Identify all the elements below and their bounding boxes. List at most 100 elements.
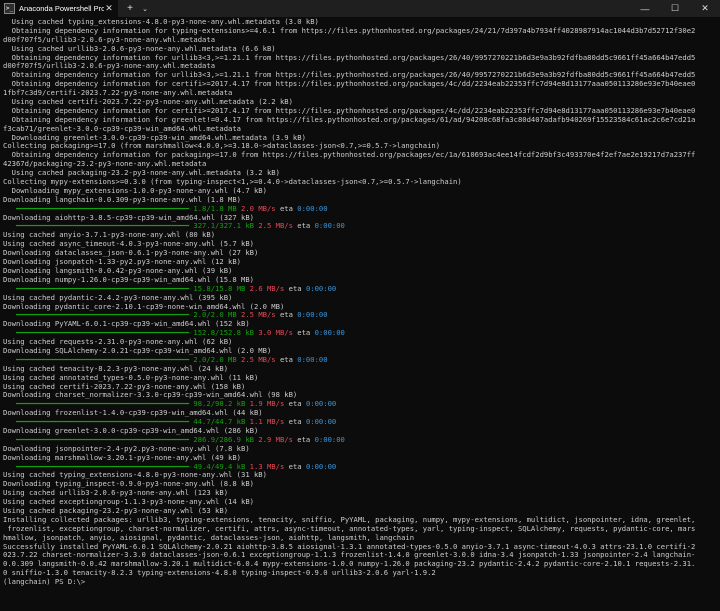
terminal-text: Using cached anyio-3.7.1-py3-none-any.wh… (3, 231, 216, 240)
terminal-line: Using cached annotated_types-0.5.0-py3-n… (3, 374, 717, 383)
progress-bar: ━━━━━━━━━━━━━━━━━━━━━━━━━━━━━━━━━━━━━━━━ (3, 284, 194, 293)
terminal-line: frozenlist, exceptiongroup, charset-norm… (3, 525, 717, 534)
terminal-text: Obtaining dependency information for typ… (3, 26, 696, 35)
terminal-text: Using cached typing_extensions-4.8.0-py3… (3, 18, 319, 26)
terminal-text: 1fbf7c3d9/certifi-2023.7.22-py3-none-any… (3, 89, 233, 98)
terminal-text: eta (284, 462, 306, 471)
terminal-line: Using cached anyio-3.7.1-py3-none-any.wh… (3, 231, 717, 240)
terminal-line: (langchain) PS D:\> (3, 578, 717, 587)
terminal-text: 1.1 MB/s (249, 418, 285, 427)
chevron-down-icon[interactable]: ⌄ (138, 0, 152, 17)
terminal-line: Using cached typing_extensions-4.8.0-py3… (3, 18, 717, 27)
terminal-line: d00f707f5/urllib3-2.0.6-py3-none-any.whl… (3, 62, 717, 71)
terminal-line: Using cached urllib3-2.0.6-py3-none-any.… (3, 489, 717, 498)
terminal-text: 15.8/15.8 MB (193, 284, 246, 293)
terminal-tab[interactable]: >_ Anaconda Powershell Prompt ✕ (0, 0, 118, 17)
terminal-text: 1.8/1.8 MB (193, 204, 237, 213)
progress-bar: ━━━━━━━━━━━━━━━━━━━━━━━━━━━━━━━━━━━━━━━━ (3, 204, 194, 213)
terminal-text: 0:00:00 (305, 284, 337, 293)
terminal-line: Using cached exceptiongroup-1.1.3-py3-no… (3, 498, 717, 507)
tab-title: Anaconda Powershell Prompt (19, 4, 104, 13)
terminal-text: Obtaining dependency information for url… (3, 53, 696, 62)
title-bar: >_ Anaconda Powershell Prompt ✕ + ⌄ — ☐ … (0, 0, 720, 17)
terminal-line: Obtaining dependency information for cer… (3, 107, 717, 116)
terminal-text: 2.6 MB/s (249, 284, 285, 293)
terminal-text: Installing collected packages: urllib3, … (3, 515, 696, 524)
terminal-line: Downloading langchain-0.0.309-py3-none-a… (3, 196, 717, 205)
terminal-text: f3cab71/greenlet-3.0.0-cp39-cp39-win_amd… (3, 124, 241, 133)
window-controls: — ☐ ✕ (630, 0, 720, 17)
new-tab-button[interactable]: + (122, 0, 138, 17)
terminal-text: 286.9/286.9 kB (193, 435, 254, 444)
progress-bar: ━━━━━━━━━━━━━━━━━━━━━━━━━━━━━━━━━━━━━━━━ (3, 329, 194, 338)
terminal-line: Downloading langsmith-0.0.42-py3-none-an… (3, 267, 717, 276)
terminal-output[interactable]: Using cached typing_extensions-4.8.0-py3… (0, 17, 717, 587)
progress-bar: ━━━━━━━━━━━━━━━━━━━━━━━━━━━━━━━━━━━━━━━━ (3, 435, 194, 444)
terminal-line: Downloading numpy-1.26.0-cp39-cp39-win_a… (3, 276, 717, 285)
terminal-line: Using cached pydantic-2.4.2-py3-none-any… (3, 294, 717, 303)
terminal-line: Collecting mypy-extensions>=0.3.0 (from … (3, 178, 717, 187)
terminal-text: 98.2/98.2 kB (193, 400, 246, 409)
terminal-text: 0:00:00 (297, 204, 328, 213)
terminal-text: Using cached certifi-2023.7.22-py3-none-… (3, 382, 246, 391)
terminal-line: 023.7.22 charset-normalizer-3.3.0 datacl… (3, 551, 717, 560)
terminal-line: Using cached certifi-2023.7.22-py3-none-… (3, 98, 717, 107)
terminal-text: Using cached packaging-23.2-py3-none-any… (3, 169, 280, 178)
terminal-line: Downloading jsonpointer-2.4-py2.py3-none… (3, 445, 717, 454)
terminal-text: 327.1/327.1 kB (193, 222, 254, 231)
terminal-line: Downloading greenlet-3.0.0-cp39-cp39-win… (3, 427, 717, 436)
terminal-text: 2.5 MB/s (241, 311, 276, 320)
terminal-text: Successfully installed PyYAML-6.0.1 SQLA… (3, 542, 696, 551)
terminal-text: Downloading marshmallow-3.20.1-py3-none-… (3, 453, 241, 462)
terminal-text: Using cached tenacity-8.2.3-py3-none-any… (3, 364, 229, 373)
terminal-line: Using cached certifi-2023.7.22-py3-none-… (3, 383, 717, 392)
terminal-text: 0:00:00 (305, 418, 337, 427)
terminal-text: 0:00:00 (314, 222, 345, 231)
terminal-text: 1.9 MB/s (249, 400, 285, 409)
terminal-line: Obtaining dependency information for url… (3, 54, 717, 63)
terminal-line: Installing collected packages: urllib3, … (3, 516, 717, 525)
terminal-text: eta (284, 400, 306, 409)
terminal-text: 44.7/44.7 kB (193, 418, 246, 427)
terminal-text: Using cached certifi-2023.7.22-py3-none-… (3, 98, 293, 107)
terminal-text: Downloading langchain-0.0.309-py3-none-a… (3, 195, 241, 204)
minimize-button[interactable]: — (630, 0, 660, 17)
terminal-text: 0:00:00 (305, 400, 337, 409)
terminal-text: Downloading aiohttp-3.8.5-cp39-cp39-win_… (3, 213, 254, 222)
terminal-text: frozenlist, exceptiongroup, charset-norm… (3, 524, 696, 533)
terminal-line: ━━━━━━━━━━━━━━━━━━━━━━━━━━━━━━━━━━━━━━━━… (3, 400, 717, 409)
terminal-line: hmallow, jsonpatch, anyio, aiosignal, py… (3, 534, 717, 543)
terminal-text: 0:00:00 (297, 311, 328, 320)
terminal-text: Downloading jsonpatch-1.33-py2.py3-none-… (3, 258, 241, 267)
terminal-text: 49.4/49.4 kB (193, 462, 246, 471)
terminal-line: 0 sniffio-1.3.0 tenacity-8.2.3 typing-ex… (3, 569, 717, 578)
progress-bar: ━━━━━━━━━━━━━━━━━━━━━━━━━━━━━━━━━━━━━━━━ (3, 355, 194, 364)
tab-close-icon[interactable]: ✕ (104, 3, 114, 14)
terminal-text: Downloading typing_inspect-0.9.0-py3-non… (3, 480, 254, 489)
terminal-text: Downloading PyYAML-6.0.1-cp39-cp39-win_a… (3, 320, 250, 329)
terminal-line: Downloading typing_inspect-0.9.0-py3-non… (3, 480, 717, 489)
terminal-text: d00f707f5/urllib3-2.0.6-py3-none-any.whl… (3, 62, 216, 71)
terminal-text: 2.5 MB/s (258, 222, 293, 231)
progress-bar: ━━━━━━━━━━━━━━━━━━━━━━━━━━━━━━━━━━━━━━━━ (3, 311, 194, 320)
terminal-text: Using cached async_timeout-4.0.3-py3-non… (3, 240, 254, 249)
terminal-text: 2.5 MB/s (241, 355, 276, 364)
terminal-text: Obtaining dependency information for pac… (3, 151, 696, 160)
close-button[interactable]: ✕ (690, 0, 720, 17)
maximize-button[interactable]: ☐ (660, 0, 690, 17)
terminal-text: Downloading greenlet-3.0.0-cp39-cp39-win… (3, 133, 306, 142)
terminal-text: d00f707f5/urllib3-2.0.6-py3-none-any.whl… (3, 35, 216, 44)
terminal-line: Downloading dataclasses_json-0.6.1-py3-n… (3, 249, 717, 258)
terminal-line: Obtaining dependency information for typ… (3, 27, 717, 36)
terminal-line: 1fbf7c3d9/certifi-2023.7.22-py3-none-any… (3, 89, 717, 98)
powershell-icon: >_ (4, 3, 15, 14)
terminal-line: Obtaining dependency information for gre… (3, 116, 717, 125)
terminal-text: Downloading langsmith-0.0.42-py3-none-an… (3, 266, 233, 275)
terminal-line: ━━━━━━━━━━━━━━━━━━━━━━━━━━━━━━━━━━━━━━━━… (3, 418, 717, 427)
terminal-text: Using cached requests-2.31.0-py3-none-an… (3, 338, 233, 347)
terminal-text: Obtaining dependency information for cer… (3, 106, 696, 115)
terminal-text: 0:00:00 (297, 355, 328, 364)
terminal-line: Obtaining dependency information for cer… (3, 80, 717, 89)
terminal-line: ━━━━━━━━━━━━━━━━━━━━━━━━━━━━━━━━━━━━━━━━… (3, 356, 717, 365)
terminal-line: ━━━━━━━━━━━━━━━━━━━━━━━━━━━━━━━━━━━━━━━━… (3, 329, 717, 338)
